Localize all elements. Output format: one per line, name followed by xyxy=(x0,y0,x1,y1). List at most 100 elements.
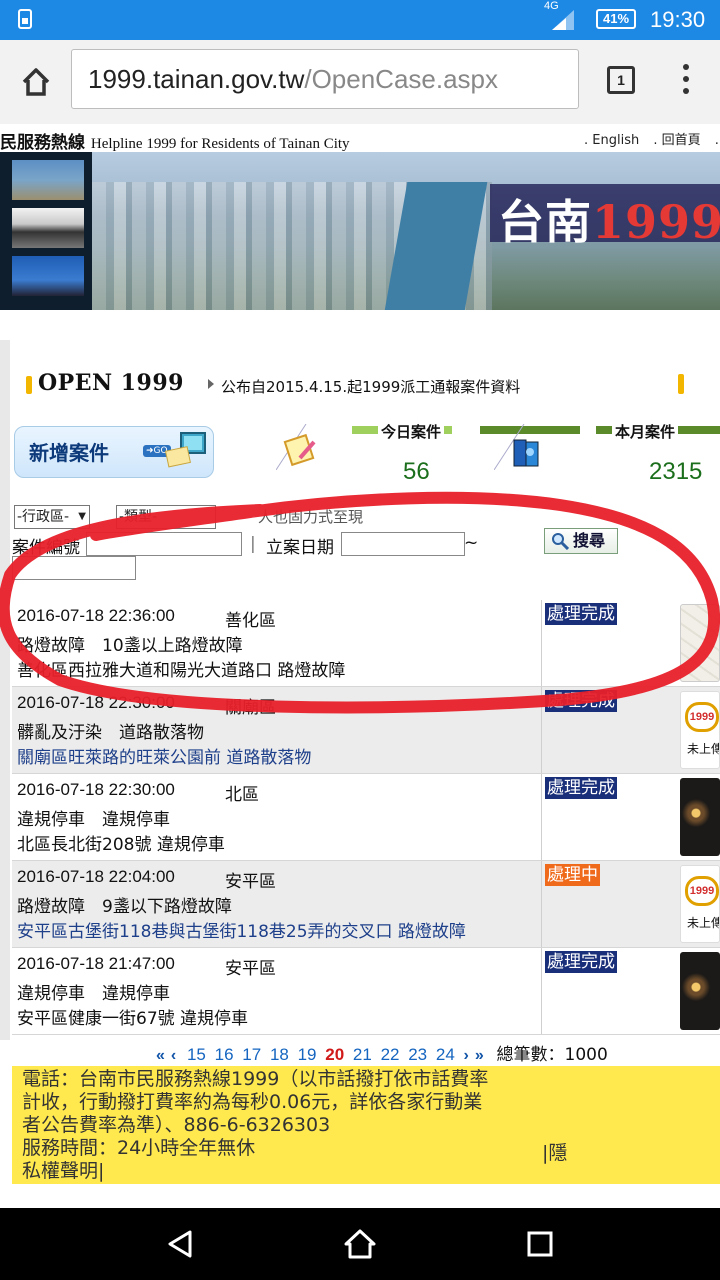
case-photo-thumbnail[interactable] xyxy=(680,952,720,1030)
date-from-input[interactable] xyxy=(341,532,465,556)
status-badge: 處理完成 xyxy=(545,777,617,799)
link-english[interactable]: . English xyxy=(584,133,639,148)
privacy-link[interactable]: 私權聲明| xyxy=(22,1160,582,1183)
magnifier-icon xyxy=(552,533,569,550)
browser-toolbar: 1999.tainan.gov.tw/OpenCase.aspx 1 xyxy=(0,40,720,125)
books-icon xyxy=(494,424,539,470)
page-link[interactable]: 24 xyxy=(436,1045,455,1065)
banner-thumbnails xyxy=(0,152,92,310)
site-title: 民服務熱線 Helpline 1999 for Residents of Tai… xyxy=(0,128,350,153)
case-datetime: 2016-07-18 21:47:00 xyxy=(17,954,175,973)
last-page-icon[interactable]: » xyxy=(475,1047,484,1065)
case-datetime: 2016-07-18 22:04:00 xyxy=(17,867,175,886)
case-district: 安平區 xyxy=(225,872,276,892)
page-link[interactable]: 19 xyxy=(298,1045,317,1065)
case-row[interactable]: 2016-07-18 22:30:00 關廟區 髒亂及汙染 道路散落物 關廟區旺… xyxy=(12,687,720,774)
today-label: 今日案件 xyxy=(378,421,445,442)
clock: 19:30 xyxy=(650,7,706,32)
open-section-title: OPEN 1999 xyxy=(38,370,184,396)
search-button[interactable]: 搜尋 xyxy=(544,528,618,554)
top-links: . English . 回首頁 . 網 xyxy=(584,129,720,148)
banner-thumb-street xyxy=(12,256,84,296)
case-type: 路燈故障 9盞以下路燈故障 xyxy=(17,897,232,917)
url-domain: 1999.tainan.gov.tw xyxy=(88,64,305,94)
month-label: 本月案件 xyxy=(612,421,679,442)
case-photo-thumbnail[interactable]: 1999 未上傳 xyxy=(680,865,720,943)
case-address: 安平區健康一街67號 違規停車 xyxy=(17,1009,249,1029)
field-divider: | xyxy=(250,534,256,554)
next-page-icon[interactable]: › xyxy=(464,1047,469,1065)
category-select-value: -類型- xyxy=(119,509,158,525)
date-label: 立案日期 xyxy=(266,538,334,558)
case-row[interactable]: 2016-07-18 22:30:00 北區 違規停車 違規停車 北區長北街20… xyxy=(12,774,720,861)
address-bar[interactable]: 1999.tainan.gov.tw/OpenCase.aspx xyxy=(71,49,579,109)
url-path: /OpenCase.aspx xyxy=(304,64,499,94)
new-case-label: 新增案件 xyxy=(29,441,109,465)
prev-page-icon[interactable]: ‹ xyxy=(171,1047,176,1065)
page-link[interactable]: 16 xyxy=(215,1045,234,1065)
bullet-arrow-icon xyxy=(208,379,214,389)
new-case-button[interactable]: 新增案件 ➜GO xyxy=(14,426,214,478)
case-district: 北區 xyxy=(225,785,259,805)
column-divider xyxy=(541,948,542,1034)
home-nav-icon[interactable] xyxy=(342,1226,378,1262)
banner-thumb-office xyxy=(12,208,84,248)
case-row[interactable]: 2016-07-18 22:04:00 安平區 路燈故障 9盞以下路燈故障 安平… xyxy=(12,861,720,948)
tab-switcher-button[interactable]: 1 xyxy=(607,66,635,94)
site-banner: 台南1999 xyxy=(0,152,720,310)
pagination: « ‹ 15 16 17 18 19 20 21 22 23 24 › » 總筆數：… xyxy=(156,1040,608,1065)
banner-logo-number: 1999 xyxy=(592,195,720,249)
footer-text: 電話：台南市民服務熱線1999（以市話撥打依市話費率 計收，行動撥打費率約為每秒… xyxy=(22,1068,582,1183)
section-marker-right xyxy=(678,374,684,394)
page-link[interactable]: 21 xyxy=(353,1045,372,1065)
column-divider xyxy=(541,861,542,947)
recents-icon[interactable] xyxy=(522,1226,558,1262)
obscured-text: 人也固力式至現 xyxy=(258,508,364,526)
section-marker xyxy=(26,376,32,394)
case-row[interactable]: 2016-07-18 21:47:00 安平區 違規停車 違規停車 安平區健康一… xyxy=(12,948,720,1035)
case-datetime: 2016-07-18 22:30:00 xyxy=(17,780,175,799)
link-home[interactable]: . 回首頁 xyxy=(653,133,700,148)
page-link[interactable]: 22 xyxy=(381,1045,400,1065)
case-photo-thumbnail[interactable] xyxy=(680,604,720,682)
case-row[interactable]: 2016-07-18 22:36:00 善化區 路燈故障 10盞以上路燈故障 善… xyxy=(12,600,720,687)
status-badge: 處理完成 xyxy=(545,603,617,625)
tainan-1999-logo-icon: 1999 xyxy=(685,702,719,732)
site-title-en: Helpline 1999 for Residents of Tainan Ci… xyxy=(90,136,350,152)
date-to-input[interactable] xyxy=(12,556,136,580)
page-link[interactable]: 17 xyxy=(242,1045,261,1065)
date-tilde: ~ xyxy=(464,533,479,553)
case-datetime: 2016-07-18 22:30:00 xyxy=(17,693,175,712)
page-link[interactable]: 15 xyxy=(187,1045,206,1065)
case-photo-thumbnail[interactable]: 1999 未上傳 xyxy=(680,691,720,769)
overflow-menu-icon[interactable] xyxy=(676,64,696,100)
case-photo-thumbnail[interactable] xyxy=(680,778,720,856)
no-photo-label: 未上傳 xyxy=(687,742,720,756)
site-title-zh: 民服務熱線 xyxy=(0,133,85,153)
column-divider xyxy=(541,687,542,773)
first-page-icon[interactable]: « xyxy=(156,1047,165,1065)
home-icon[interactable] xyxy=(16,62,56,102)
case-type: 違規停車 違規停車 xyxy=(17,810,170,830)
total-count: 總筆數：1000 xyxy=(496,1045,608,1065)
footer-line: 計收，行動撥打費率約為每秒0.06元，詳依各家行動業 xyxy=(22,1091,483,1113)
case-district: 安平區 xyxy=(225,959,276,979)
case-no-input[interactable] xyxy=(86,532,242,556)
case-address: 安平區古堡街118巷與古堡街118巷25弄的交叉口 路燈故障 xyxy=(17,922,466,942)
link-more[interactable]: . 網 xyxy=(715,133,720,148)
district-select-value: -行政區- xyxy=(17,509,70,525)
page-link[interactable]: 23 xyxy=(408,1045,427,1065)
district-select[interactable]: -行政區- ▼ xyxy=(14,505,90,529)
privacy-link-start[interactable]: |隱 xyxy=(542,1138,567,1165)
tainan-1999-logo-icon: 1999 xyxy=(685,876,719,906)
open-section-description: 公布自2015.4.15.起1999派工通報案件資料 xyxy=(221,378,521,396)
case-district: 關廟區 xyxy=(225,698,276,718)
site-header: 民服務熱線 Helpline 1999 for Residents of Tai… xyxy=(0,124,720,153)
category-select[interactable]: -類型- xyxy=(116,505,216,529)
case-address: 善化區西拉雅大道和陽光大道路口 路燈故障 xyxy=(17,661,346,681)
page-link[interactable]: 18 xyxy=(270,1045,289,1065)
footer-line: 電話：台南市民服務熱線1999（以市話撥打依市話費率 xyxy=(22,1068,489,1090)
back-icon[interactable] xyxy=(162,1226,198,1262)
no-photo-label: 未上傳 xyxy=(687,916,720,930)
memo-icon xyxy=(276,424,316,470)
